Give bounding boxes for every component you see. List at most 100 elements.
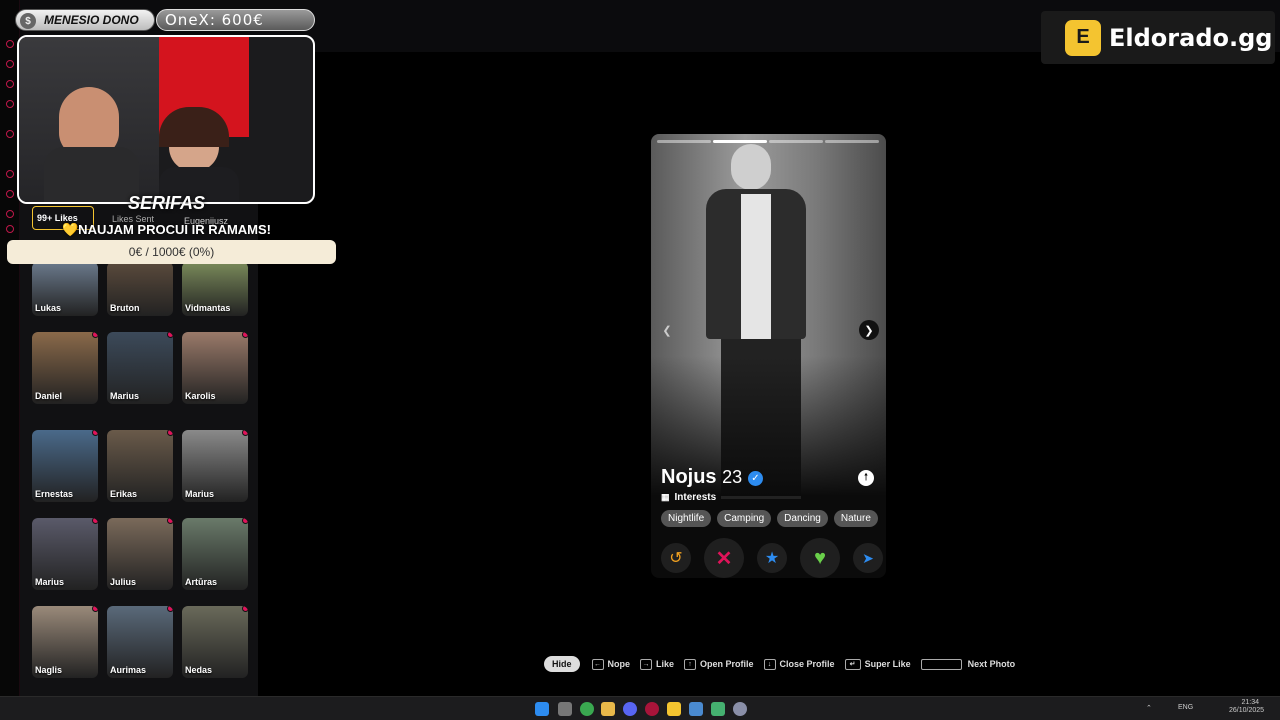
liked-profile-card[interactable]: Marius: [182, 430, 248, 502]
liked-profile-card[interactable]: Artūras: [182, 518, 248, 590]
sponsor-name: Eldorado.gg: [1109, 23, 1273, 52]
liked-profile-card[interactable]: Ernestas: [32, 430, 98, 502]
interest-tag: Dancing: [777, 510, 828, 527]
liked-profile-name: Nedas: [185, 665, 213, 675]
folder-icon[interactable]: [601, 702, 615, 716]
clock[interactable]: 21:34 26/10/2025: [1229, 699, 1264, 715]
hint-next-photo: Next Photo: [920, 658, 1016, 670]
liked-profile-name: Marius: [185, 489, 215, 499]
onex-balance: OneX: 600€: [156, 9, 315, 31]
liked-profile-card[interactable]: Marius: [32, 518, 98, 590]
enter-key-icon: ↵: [844, 658, 861, 670]
liked-profile-card[interactable]: Marius: [107, 332, 173, 404]
coin-icon: $: [20, 13, 36, 29]
hint-nope-label: Nope: [607, 659, 631, 669]
rail-icon[interactable]: [6, 210, 14, 218]
space-key-icon: [920, 658, 962, 670]
clock-time: 21:34: [1241, 699, 1259, 706]
next-photo-icon[interactable]: ❯: [859, 320, 879, 340]
open-profile-icon[interactable]: 🠕: [858, 470, 874, 486]
liked-profile-card[interactable]: Karolis: [182, 332, 248, 404]
goal-progress-bar: 0€ / 1000€ (0%): [7, 240, 336, 264]
app-icon[interactable]: [667, 702, 681, 716]
interest-tags: Nightlife Camping Dancing Nature: [661, 510, 878, 527]
app-icon[interactable]: [689, 702, 703, 716]
up-key-icon: ↑: [684, 658, 697, 670]
hint-close-profile-label: Close Profile: [779, 659, 835, 669]
app-icon[interactable]: [711, 702, 725, 716]
liked-profile-name: Artūras: [185, 577, 218, 587]
donation-label: $ MENESIO DONO: [15, 9, 155, 31]
unread-dot: [92, 606, 98, 612]
left-key-icon: ←: [591, 658, 604, 670]
search-icon[interactable]: [558, 702, 572, 716]
rail-icon[interactable]: [6, 60, 14, 68]
liked-profile-name: Marius: [110, 391, 140, 401]
unread-dot: [167, 518, 173, 524]
liked-profile-card[interactable]: Nedas: [182, 606, 248, 678]
rail-icon[interactable]: [6, 225, 14, 233]
liked-profile-card[interactable]: Julius: [107, 518, 173, 590]
liked-profile-name: Lukas: [35, 303, 62, 313]
super-like-button[interactable]: ★: [757, 543, 787, 573]
liked-profile-card[interactable]: Daniel: [32, 332, 98, 404]
profile-photo[interactable]: [651, 134, 886, 499]
rail-icon[interactable]: [6, 40, 14, 48]
photo-indicator-segment: [769, 140, 823, 143]
rail-icon[interactable]: [6, 130, 14, 138]
rail-icon[interactable]: [6, 100, 14, 108]
keyboard-hints: Hide ← Nope → Like ↑ Open Profile ↓ Close Pr…: [544, 655, 1025, 673]
photo-indicator-segment: [825, 140, 879, 143]
prev-photo-icon[interactable]: ❮: [657, 320, 677, 340]
liked-profile-name: Vidmantas: [185, 303, 231, 313]
profile-name: Nojus: [661, 466, 717, 488]
liked-profile-card[interactable]: Lukas: [32, 262, 98, 316]
unread-dot: [242, 430, 248, 436]
hint-like-label: Like: [656, 659, 675, 669]
liked-profile-card[interactable]: Vidmantas: [182, 262, 248, 316]
unread-dot: [167, 332, 173, 338]
liked-profile-name: Naglis: [35, 665, 63, 675]
unread-dot: [92, 332, 98, 338]
unread-dot: [167, 606, 173, 612]
interest-tag: Camping: [717, 510, 772, 527]
dono-text: MENESIO DONO: [44, 13, 139, 27]
hint-next-photo-label: Next Photo: [967, 659, 1016, 669]
send-message-button[interactable]: ➤: [853, 543, 883, 573]
photo-indicator-segment: [657, 140, 711, 143]
hint-super-like-label: Super Like: [864, 659, 911, 669]
discord-icon[interactable]: [623, 702, 637, 716]
rail-icon[interactable]: [6, 170, 14, 178]
hide-hints-button[interactable]: Hide: [544, 656, 580, 672]
webcam-overlay: [17, 35, 315, 204]
interests-label: Interests: [674, 492, 717, 503]
liked-profile-card[interactable]: Naglis: [32, 606, 98, 678]
unread-dot: [92, 430, 98, 436]
rewind-button[interactable]: ↺: [661, 543, 691, 573]
interests-icon: ▦: [661, 492, 670, 502]
settings-icon[interactable]: [733, 702, 747, 716]
hint-close-profile: ↓ Close Profile: [763, 658, 835, 670]
language-indicator[interactable]: ENG: [1178, 704, 1193, 711]
right-key-icon: →: [640, 658, 653, 670]
nope-button[interactable]: ✕: [704, 538, 744, 578]
sponsor-banner: E Eldorado.gg: [1041, 11, 1275, 64]
start-icon[interactable]: [535, 702, 549, 716]
tray-chevron-icon[interactable]: ⌃: [1146, 704, 1152, 712]
profile-card[interactable]: ❮ ❯ Nojus 23 ✓ 🠕 ▦ Interests Nightlife Ca…: [651, 134, 886, 578]
photo-indicator-segment: [713, 140, 767, 143]
verified-icon: ✓: [748, 471, 763, 486]
liked-profile-card[interactable]: Bruton: [107, 262, 173, 316]
rail-icon[interactable]: [6, 80, 14, 88]
hint-open-profile-label: Open Profile: [700, 659, 754, 669]
hint-nope: ← Nope: [591, 658, 631, 670]
liked-profile-name: Ernestas: [35, 489, 74, 499]
opera-icon[interactable]: [645, 702, 659, 716]
liked-profile-card[interactable]: Erikas: [107, 430, 173, 502]
rail-icon[interactable]: [6, 190, 14, 198]
like-button[interactable]: ♥: [800, 538, 840, 578]
liked-profile-name: Erikas: [110, 489, 138, 499]
liked-profile-card[interactable]: Aurimas: [107, 606, 173, 678]
chrome-icon[interactable]: [580, 702, 594, 716]
streamer-name: SERIFAS: [128, 193, 206, 213]
